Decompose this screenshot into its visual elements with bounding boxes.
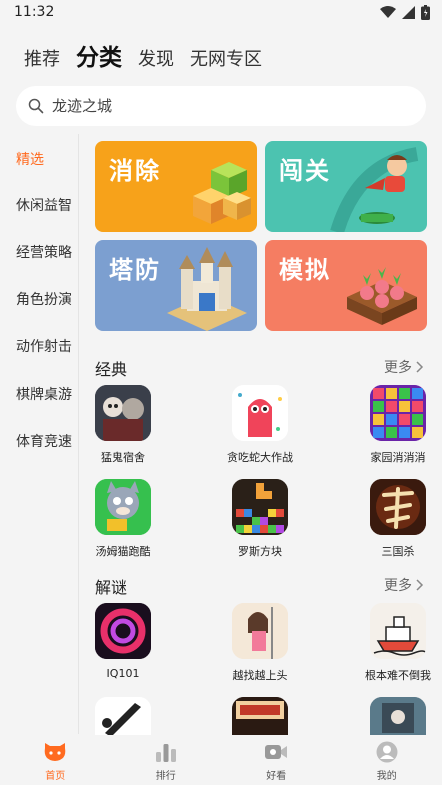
iq-ring-icon xyxy=(95,603,151,659)
battery-icon xyxy=(421,5,430,20)
banner-match-label: 消除 xyxy=(109,157,161,185)
app-item[interactable]: 汤姆猫跑酷 xyxy=(68,479,178,559)
three-kingdoms-icon xyxy=(370,479,426,535)
tab-category[interactable]: 分类 xyxy=(76,44,122,72)
section-title-classic: 经典 xyxy=(95,360,128,379)
tom-cat-icon xyxy=(95,479,151,535)
app-name: 猛鬼宿舍 xyxy=(101,451,145,464)
nav-label: 好看 xyxy=(266,771,287,782)
app-name: 根本难不倒我 xyxy=(365,669,431,682)
nav-watch[interactable]: 好看 xyxy=(221,735,332,785)
chevron-right-icon xyxy=(416,579,424,591)
app-item[interactable] xyxy=(68,697,178,735)
nav-label: 首页 xyxy=(45,771,66,782)
status-time: 11:32 xyxy=(14,4,55,20)
category-casual-puzzle[interactable]: 休闲益智 xyxy=(16,195,72,215)
girl-icon xyxy=(232,603,288,659)
banner-levels-label: 闯关 xyxy=(279,157,331,185)
app-name: IQ101 xyxy=(106,667,140,680)
banner-simulation[interactable]: 模拟 xyxy=(265,240,427,331)
home-cat-icon xyxy=(44,743,66,761)
search-input[interactable] xyxy=(52,97,382,115)
app-name: 汤姆猫跑酷 xyxy=(95,545,151,558)
app-item[interactable] xyxy=(205,697,315,735)
castle-icon xyxy=(167,247,247,331)
category-strategy[interactable]: 经营策略 xyxy=(16,242,72,262)
cube-stack-icon xyxy=(193,162,251,224)
rank-bars-icon xyxy=(155,744,176,762)
app-item[interactable]: IQ101 xyxy=(68,603,178,680)
category-featured[interactable]: 精选 xyxy=(16,149,44,169)
nav-home[interactable]: 首页 xyxy=(0,735,111,785)
category-action-shooter[interactable]: 动作射击 xyxy=(16,336,72,356)
hero-jump-icon xyxy=(330,147,419,232)
tab-offline[interactable]: 无网专区 xyxy=(190,48,262,72)
search-icon xyxy=(28,98,44,114)
tab-recommend[interactable]: 推荐 xyxy=(24,48,60,72)
app-item[interactable]: 罗斯方块 xyxy=(205,479,315,559)
banner-tower-defense[interactable]: 塔防 xyxy=(95,240,257,331)
app-name: 三国杀 xyxy=(381,545,415,558)
more-link-puzzle[interactable]: 更多 xyxy=(384,575,424,595)
app-item[interactable]: 贪吃蛇大作战 xyxy=(205,385,315,465)
chevron-right-icon xyxy=(416,361,424,373)
signal-icon xyxy=(402,6,415,19)
app-item[interactable]: 越找越上头 xyxy=(205,603,315,683)
nav-label: 排行 xyxy=(155,771,176,782)
search-bar[interactable] xyxy=(16,86,426,126)
app-item[interactable] xyxy=(343,697,442,735)
app-name: 越找越上头 xyxy=(232,669,288,682)
nav-rank[interactable]: 排行 xyxy=(111,735,222,785)
wifi-icon xyxy=(380,6,396,18)
ship-sketch-icon xyxy=(370,603,426,659)
banner-simulation-label: 模拟 xyxy=(279,256,331,284)
status-icons xyxy=(380,5,430,20)
category-sports-racing[interactable]: 体育竞速 xyxy=(16,431,72,451)
more-link-classic[interactable]: 更多 xyxy=(384,357,424,377)
tab-discover[interactable]: 发现 xyxy=(138,48,174,72)
app-item[interactable]: 三国杀 xyxy=(343,479,442,559)
video-icon xyxy=(265,745,288,759)
nav-label: 我的 xyxy=(376,771,397,782)
category-board-card[interactable]: 棋牌桌游 xyxy=(16,384,72,404)
under-bed-icon xyxy=(232,697,288,735)
status-bar: 11:32 xyxy=(0,0,442,26)
app-item[interactable]: 家园消消消 xyxy=(343,385,442,465)
sword-icon xyxy=(95,697,151,735)
banner-tower-defense-label: 塔防 xyxy=(109,256,161,284)
banner-levels[interactable]: 闯关 xyxy=(265,141,427,232)
match-blocks-icon xyxy=(370,385,426,441)
nav-profile[interactable]: 我的 xyxy=(332,735,442,785)
profile-icon xyxy=(376,741,398,763)
section-title-puzzle: 解谜 xyxy=(95,578,128,597)
more-label: 更多 xyxy=(384,360,412,376)
more-label: 更多 xyxy=(384,578,412,594)
category-rpg[interactable]: 角色扮演 xyxy=(16,289,72,309)
app-name: 贪吃蛇大作战 xyxy=(227,451,293,464)
top-tab-bar: 推荐 分类 发现 无网专区 xyxy=(24,38,262,72)
app-name: 家园消消消 xyxy=(370,451,426,464)
room-icon xyxy=(370,697,426,735)
tetris-icon xyxy=(232,479,288,535)
app-item[interactable]: 根本难不倒我 xyxy=(343,603,442,683)
farm-plot-icon xyxy=(347,267,417,325)
banner-match[interactable]: 消除 xyxy=(95,141,257,232)
bottom-nav: 首页 排行 好看 我的 xyxy=(0,735,442,785)
ghost-dorm-icon xyxy=(95,385,151,441)
app-item[interactable]: 猛鬼宿舍 xyxy=(68,385,178,465)
snake-icon xyxy=(232,385,288,441)
app-name: 罗斯方块 xyxy=(238,545,282,558)
